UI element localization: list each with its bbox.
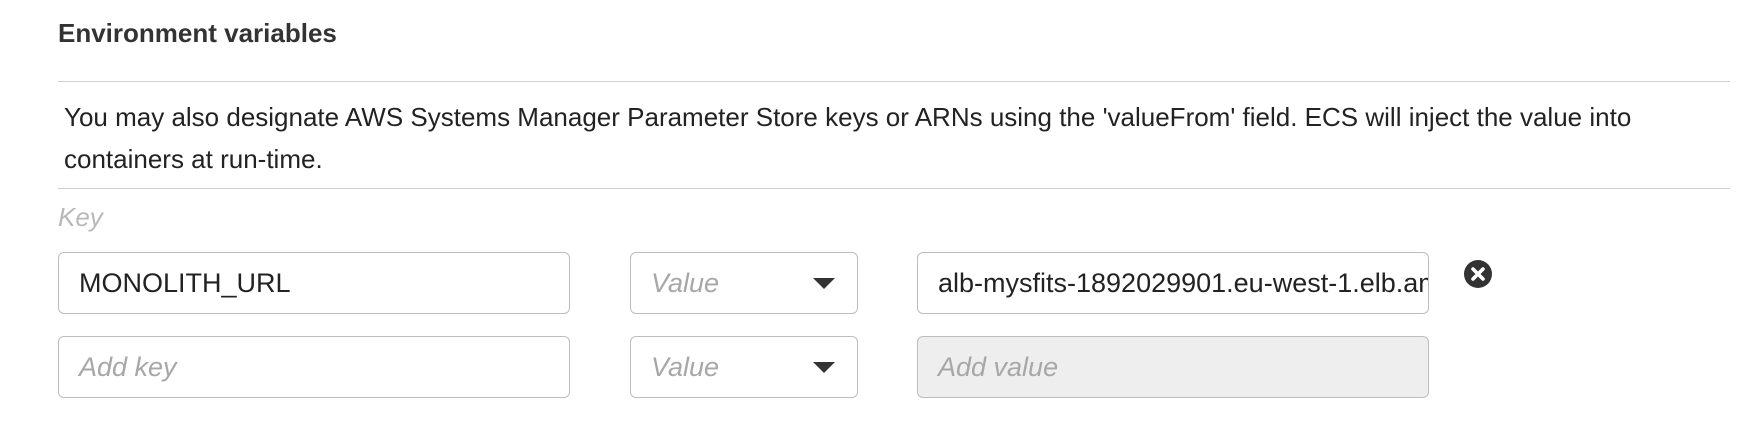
caret-down-icon [813, 278, 835, 289]
add-key-placeholder: Add key [79, 352, 177, 382]
section-description: You may also designate AWS Systems Manag… [64, 102, 1632, 174]
key-input-value: MONOLITH_URL [79, 268, 291, 298]
add-value-placeholder: Add value [938, 352, 1059, 382]
caret-down-icon [813, 362, 835, 373]
value-input-value: alb-mysfits-1892029901.eu-west-1.elb.ama… [938, 268, 1428, 298]
key-input[interactable]: MONOLITH_URL [58, 252, 570, 314]
value-type-placeholder-new: Value [651, 352, 720, 382]
divider-bottom [58, 188, 1730, 189]
env-var-row: MONOLITH_URL Value alb-mysfits-189202990… [0, 252, 1754, 316]
value-input[interactable]: alb-mysfits-1892029901.eu-west-1.elb.ama… [917, 252, 1429, 314]
value-type-placeholder: Value [651, 268, 720, 298]
add-key-input[interactable]: Add key [58, 336, 570, 398]
divider-top [58, 81, 1730, 82]
env-var-row-new: Add key Value Add value [0, 336, 1754, 400]
add-value-input[interactable]: Add value [917, 336, 1429, 398]
value-type-select-new[interactable]: Value [630, 336, 858, 398]
key-column-label: Key [58, 202, 103, 232]
section-title: Environment variables [58, 18, 337, 48]
value-type-select[interactable]: Value [630, 252, 858, 314]
close-circle-icon[interactable] [1464, 260, 1492, 288]
